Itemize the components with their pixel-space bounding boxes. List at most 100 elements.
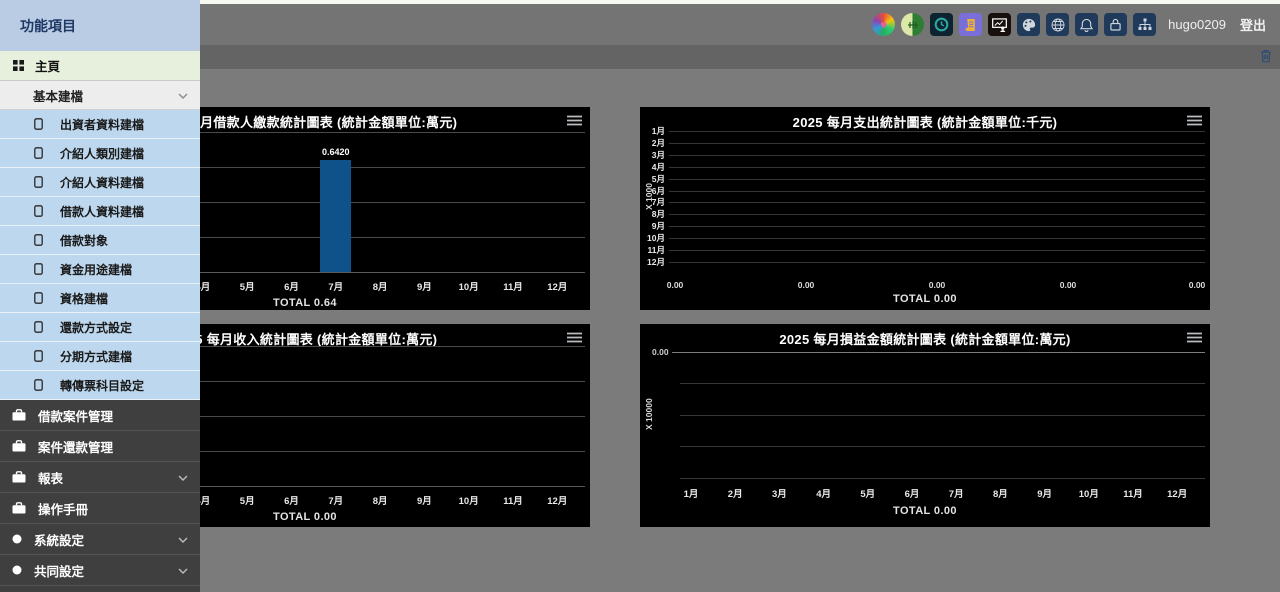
doc-icon xyxy=(34,234,43,246)
sitemap-icon[interactable] xyxy=(1133,13,1156,36)
x-tick-label: 6月 xyxy=(905,486,920,500)
y-tick-label: 11月 xyxy=(643,244,665,256)
x-tick-label: 11月 xyxy=(503,279,523,293)
doc-icon xyxy=(34,205,43,217)
x-tick-label: 8月 xyxy=(373,279,388,293)
sidebar-menu: 主頁基本建檔出資者資料建檔介紹人類別建檔介紹人資料建檔借款人資料建檔借款對象資金… xyxy=(0,51,200,586)
gridline xyxy=(669,155,1205,156)
doc-icon xyxy=(34,292,43,304)
gridline xyxy=(669,238,1205,239)
sidebar-item-label: 借款人資料建檔 xyxy=(60,203,144,220)
x-tick-label: 0.00 xyxy=(1060,280,1077,290)
briefcase-icon xyxy=(12,502,26,514)
sidebar-item-系統設定[interactable]: 系統設定 xyxy=(0,524,200,555)
briefcase-icon xyxy=(12,471,26,483)
bell-icon[interactable] xyxy=(1075,13,1098,36)
sidebar-item-基本建檔[interactable]: 基本建檔 xyxy=(0,81,200,110)
gridline xyxy=(669,191,1205,192)
sidebar-item-借款案件管理[interactable]: 借款案件管理 xyxy=(0,400,200,431)
sidebar-item-label: 資格建檔 xyxy=(60,290,108,307)
sidebar-item-label: 案件還款管理 xyxy=(38,437,113,456)
x-tick-label: 11月 xyxy=(1123,486,1143,500)
x-tick-label: 5月 xyxy=(860,486,875,500)
sidebar-item-報表[interactable]: 報表 xyxy=(0,462,200,493)
globe-icon[interactable] xyxy=(1046,13,1069,36)
chevron-down-icon xyxy=(178,530,188,548)
doc-icon xyxy=(34,350,43,362)
chart-menu-icon[interactable] xyxy=(567,113,582,131)
gridline xyxy=(680,383,1205,384)
x-tick-label: 10月 xyxy=(1079,486,1099,500)
chevron-down-icon xyxy=(178,86,188,104)
doc-icon xyxy=(34,379,43,391)
x-tick-label: 9月 xyxy=(417,493,432,507)
chart-title: 2025 每月支出統計圖表 (統計金額單位:千元) xyxy=(640,112,1210,131)
gridline xyxy=(669,214,1205,215)
doc-icon xyxy=(34,263,43,275)
x-tick-label: 10月 xyxy=(459,493,479,507)
chevron-down-icon xyxy=(178,468,188,486)
sidebar-item-label: 報表 xyxy=(38,468,63,487)
chart-menu-icon[interactable] xyxy=(1187,330,1202,348)
briefcase-icon xyxy=(12,409,26,421)
sidebar-item-操作手冊[interactable]: 操作手冊 xyxy=(0,493,200,524)
logout-button[interactable]: 登出 xyxy=(1240,15,1266,34)
gridline xyxy=(669,167,1205,168)
sidebar-item-借款對象[interactable]: 借款對象 xyxy=(0,226,200,255)
y-axis-title: X 1000 xyxy=(644,183,654,210)
trash-button[interactable] xyxy=(1260,49,1272,66)
sidebar-item-共同設定[interactable]: 共同設定 xyxy=(0,555,200,586)
x-tick-label: 0.00 xyxy=(929,280,946,290)
clock-icon[interactable] xyxy=(930,13,953,36)
sidebar-item-label: 操作手冊 xyxy=(38,499,88,518)
x-tick-label: 2月 xyxy=(728,486,743,500)
scroll-icon[interactable] xyxy=(959,13,982,36)
chart-panel-2: 2025 每月支出統計圖表 (統計金額單位:千元)1月2月3月4月5月6月7月8… xyxy=(640,107,1210,310)
sidebar-item-分期方式建檔[interactable]: 分期方式建檔 xyxy=(0,342,200,371)
x-tick-label: 1月 xyxy=(684,486,699,500)
sidebar-item-資格建檔[interactable]: 資格建檔 xyxy=(0,284,200,313)
sidebar-item-label: 系統設定 xyxy=(34,530,84,549)
sidebar-item-介紹人類別建檔[interactable]: 介紹人類別建檔 xyxy=(0,139,200,168)
colorful-logo[interactable]: ♥ xyxy=(872,13,895,36)
sidebar-item-借款人資料建檔[interactable]: 借款人資料建檔 xyxy=(0,197,200,226)
chart-menu-icon[interactable] xyxy=(1187,113,1202,131)
x-tick-label: 6月 xyxy=(284,279,299,293)
palette-icon[interactable] xyxy=(1017,13,1040,36)
trash-icon xyxy=(1260,49,1272,66)
briefcase-icon xyxy=(12,440,26,452)
y-tick-label: 8月 xyxy=(643,208,665,220)
chart-title: 2025 每月損益金額統計圖表 (統計金額單位:萬元) xyxy=(640,329,1210,348)
sidebar-item-label: 介紹人資料建檔 xyxy=(60,174,144,191)
y-tick-label: 0.00 xyxy=(652,347,669,357)
x-tick-label: 12月 xyxy=(547,493,567,507)
gridline xyxy=(680,415,1205,416)
bar-value-label: 0.6420 xyxy=(322,147,350,157)
x-tick-label: 5月 xyxy=(240,493,255,507)
bar-7月[interactable] xyxy=(320,160,351,272)
x-tick-label: 0.00 xyxy=(798,280,815,290)
presentation-icon[interactable] xyxy=(988,13,1011,36)
gridline xyxy=(669,262,1205,263)
gridline xyxy=(669,250,1205,251)
x-tick-label: 7月 xyxy=(328,279,343,293)
sidebar-item-介紹人資料建檔[interactable]: 介紹人資料建檔 xyxy=(0,168,200,197)
x-tick-label: 0.00 xyxy=(667,280,684,290)
sidebar-item-資金用途建檔[interactable]: 資金用途建檔 xyxy=(0,255,200,284)
y-tick-label: 3月 xyxy=(643,149,665,161)
y-tick-label: 9月 xyxy=(643,220,665,232)
sidebar-item-主頁[interactable]: 主頁 xyxy=(0,51,200,81)
sidebar-item-還款方式設定[interactable]: 還款方式設定 xyxy=(0,313,200,342)
green-app-icon[interactable] xyxy=(901,13,924,36)
sidebar-item-label: 轉傳票科目設定 xyxy=(60,377,144,394)
sidebar-item-出資者資料建檔[interactable]: 出資者資料建檔 xyxy=(0,110,200,139)
doc-icon xyxy=(34,176,43,188)
lock-icon[interactable] xyxy=(1104,13,1127,36)
y-tick-label: 12月 xyxy=(643,256,665,268)
sidebar-item-案件還款管理[interactable]: 案件還款管理 xyxy=(0,431,200,462)
x-tick-label: 10月 xyxy=(459,279,479,293)
sidebar-item-轉傳票科目設定[interactable]: 轉傳票科目設定 xyxy=(0,371,200,400)
username-label: hugo0209 xyxy=(1168,17,1226,32)
sidebar-item-label: 借款對象 xyxy=(60,232,108,249)
x-tick-label: 5月 xyxy=(240,279,255,293)
